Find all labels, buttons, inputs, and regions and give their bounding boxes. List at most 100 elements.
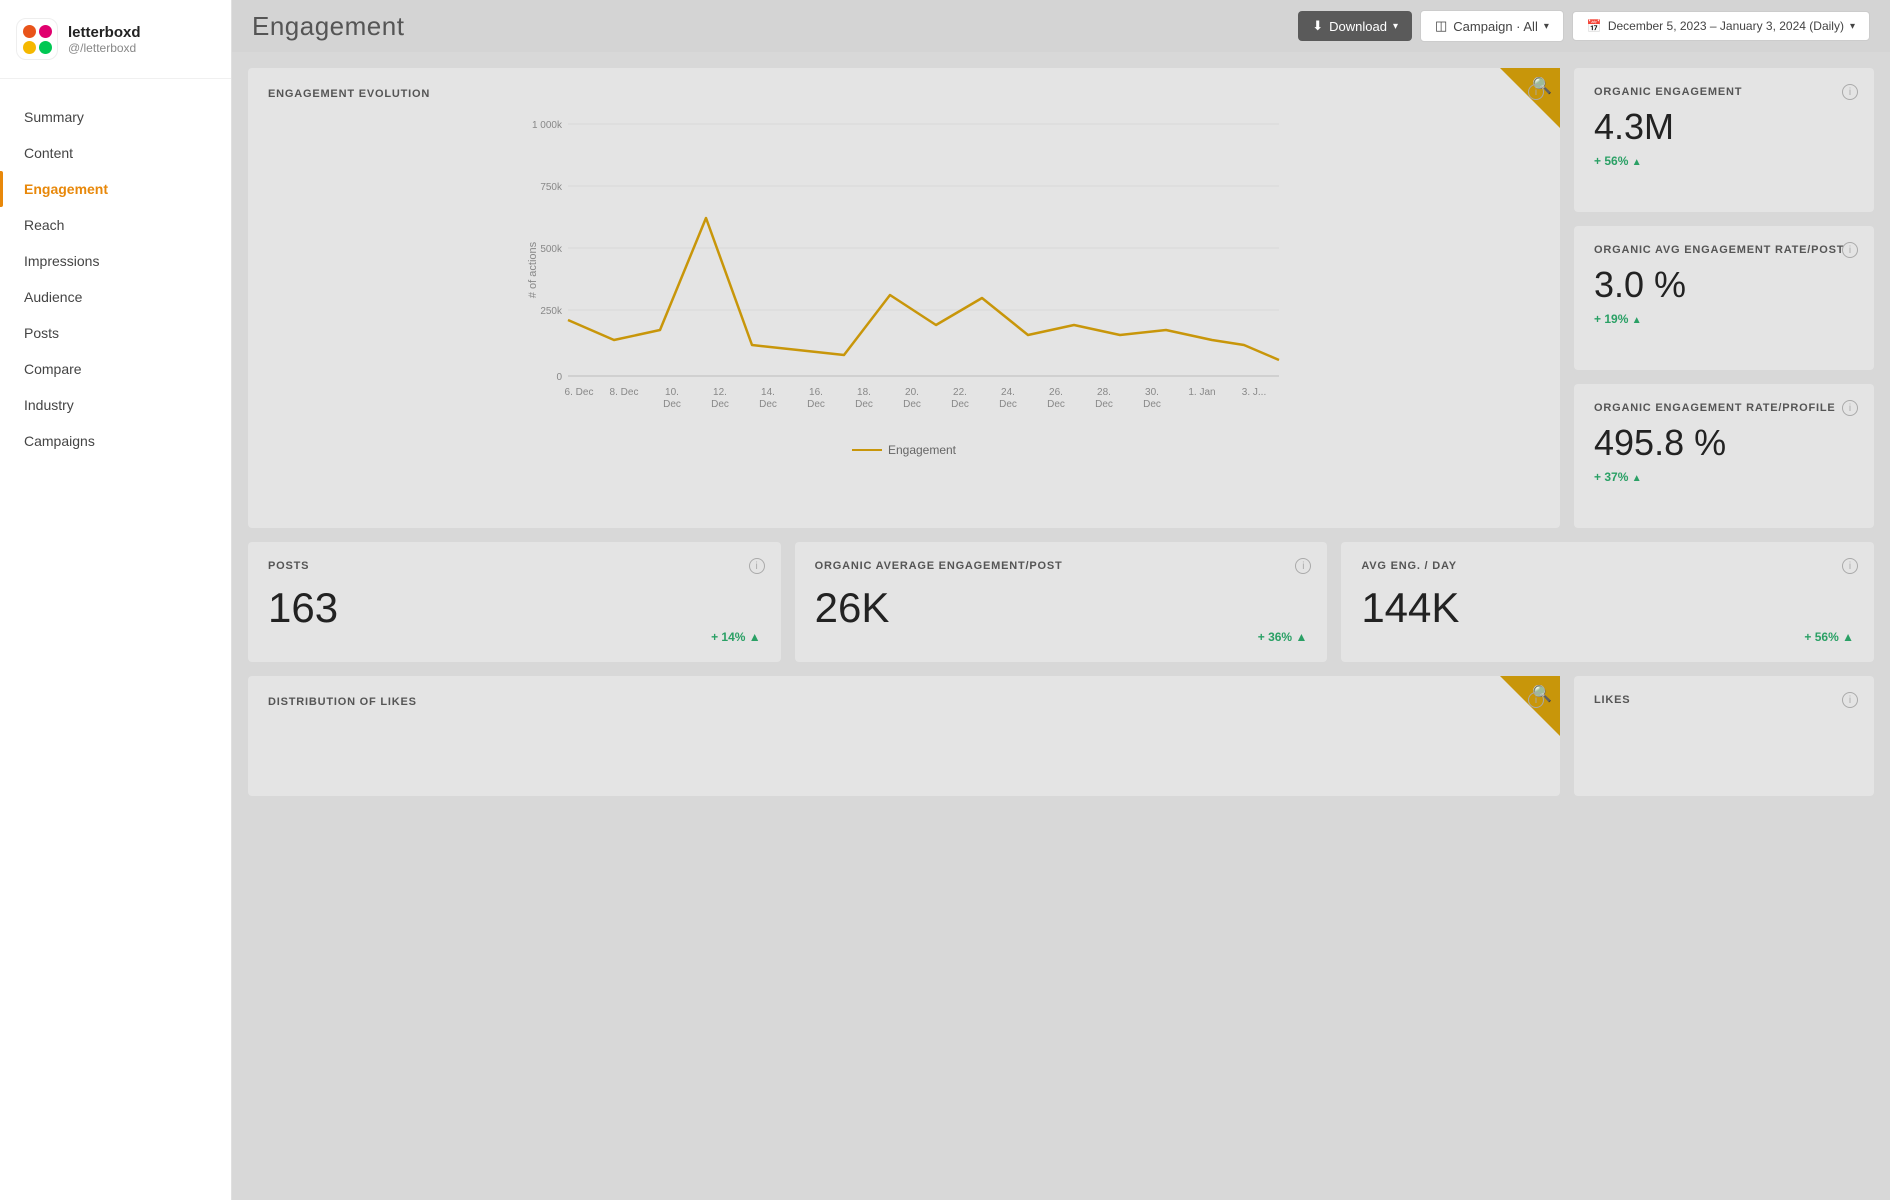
distribution-title: DISTRIBUTION OF LIKES bbox=[268, 696, 1540, 708]
sidebar-item-audience[interactable]: Audience bbox=[0, 279, 231, 315]
svg-text:1. Jan: 1. Jan bbox=[1188, 387, 1215, 398]
organic-engagement-card: ORGANIC ENGAGEMENT i 4.3M + 56% ▲ bbox=[1574, 68, 1874, 212]
svg-text:12.: 12. bbox=[713, 387, 727, 398]
campaign-filter-button[interactable]: ◫ Campaign · All ▾ bbox=[1420, 10, 1564, 42]
distribution-likes-card: 🔍 DISTRIBUTION OF LIKES i bbox=[248, 676, 1560, 796]
stat-2-title: AVG ENG. / DAY bbox=[1361, 560, 1854, 572]
logo-dot-orange bbox=[23, 25, 36, 38]
kpi-2-change-value: + 37% bbox=[1594, 470, 1628, 484]
app-logo bbox=[16, 18, 58, 60]
svg-text:# of actions: # of actions bbox=[527, 241, 539, 298]
logo-dot-yellow bbox=[23, 41, 36, 54]
svg-text:18.: 18. bbox=[857, 387, 871, 398]
sidebar-item-summary[interactable]: Summary bbox=[0, 99, 231, 135]
stat-0-title: POSTS bbox=[268, 560, 761, 572]
sidebar-item-label: Compare bbox=[24, 361, 82, 377]
svg-text:Dec: Dec bbox=[1095, 399, 1113, 410]
svg-text:500k: 500k bbox=[540, 244, 563, 255]
download-chevron-icon: ▾ bbox=[1393, 21, 1398, 32]
engagement-line bbox=[568, 218, 1279, 360]
kpi-2-info-icon[interactable]: i bbox=[1842, 400, 1858, 416]
stat-2-up-arrow-icon: ▲ bbox=[1842, 630, 1854, 644]
kpi-1-info-icon[interactable]: i bbox=[1842, 242, 1858, 258]
date-chevron-icon: ▾ bbox=[1850, 21, 1855, 32]
chart-info-icon[interactable]: i bbox=[1528, 84, 1544, 100]
campaign-label: Campaign · All bbox=[1453, 19, 1538, 34]
sidebar-item-campaigns[interactable]: Campaigns bbox=[0, 423, 231, 459]
sidebar-item-compare[interactable]: Compare bbox=[0, 351, 231, 387]
stat-2-info-icon[interactable]: i bbox=[1842, 558, 1858, 574]
sidebar-item-content[interactable]: Content bbox=[0, 135, 231, 171]
main-area: Engagement ⬇ Download ▾ ◫ Campaign · All… bbox=[232, 0, 1890, 1200]
sidebar-item-label: Reach bbox=[24, 217, 64, 233]
sidebar-item-label: Campaigns bbox=[24, 433, 95, 449]
sidebar-item-label: Content bbox=[24, 145, 73, 161]
sidebar: letterboxd @/letterboxd Summary Content … bbox=[0, 0, 232, 1200]
sidebar-item-label: Industry bbox=[24, 397, 74, 413]
organic-engagement-rate-card: ORGANIC ENGAGEMENT RATE/PROFILE i 495.8 … bbox=[1574, 384, 1874, 528]
date-range-button[interactable]: 📅 December 5, 2023 – January 3, 2024 (Da… bbox=[1572, 11, 1870, 41]
brand-handle: @/letterboxd bbox=[68, 41, 141, 55]
download-label: Download bbox=[1329, 19, 1387, 34]
sidebar-item-posts[interactable]: Posts bbox=[0, 315, 231, 351]
dist-info-icon[interactable]: i bbox=[1528, 692, 1544, 708]
kpi-1-change-value: + 19% bbox=[1594, 312, 1628, 326]
stat-1-info-icon[interactable]: i bbox=[1295, 558, 1311, 574]
stat-0-value: 163 bbox=[268, 584, 761, 632]
chart-title: ENGAGEMENT EVOLUTION bbox=[268, 88, 1540, 100]
date-range-label: December 5, 2023 – January 3, 2024 (Dail… bbox=[1608, 19, 1844, 33]
organic-avg-engagement-card: ORGANIC AVG ENGAGEMENT RATE/POST i 3.0 %… bbox=[1574, 226, 1874, 370]
stat-2-change-value: + 56% bbox=[1804, 630, 1838, 644]
kpi-0-change-value: + 56% bbox=[1594, 154, 1628, 168]
svg-text:10.: 10. bbox=[665, 387, 679, 398]
kpi-0-value: 4.3M bbox=[1594, 106, 1854, 148]
legend-label: Engagement bbox=[888, 443, 956, 457]
likes-kpi-title: LIKES bbox=[1594, 694, 1854, 706]
sidebar-item-label: Audience bbox=[24, 289, 82, 305]
stat-2-change: + 56% ▲ bbox=[1804, 630, 1854, 644]
kpi-1-title: ORGANIC AVG ENGAGEMENT RATE/POST bbox=[1594, 244, 1854, 256]
likes-kpi-info-icon[interactable]: i bbox=[1842, 692, 1858, 708]
sidebar-item-label: Summary bbox=[24, 109, 84, 125]
svg-text:Dec: Dec bbox=[759, 399, 777, 410]
organic-avg-post-stat-card: ORGANIC AVERAGE ENGAGEMENT/POST i 26K + … bbox=[795, 542, 1328, 662]
page-title: Engagement bbox=[252, 11, 404, 42]
logo-dot-green bbox=[39, 41, 52, 54]
download-icon: ⬇ bbox=[1312, 18, 1323, 34]
download-button[interactable]: ⬇ Download ▾ bbox=[1298, 11, 1412, 41]
kpi-0-title: ORGANIC ENGAGEMENT bbox=[1594, 86, 1854, 98]
sidebar-item-impressions[interactable]: Impressions bbox=[0, 243, 231, 279]
kpi-0-info-icon[interactable]: i bbox=[1842, 84, 1858, 100]
stat-1-up-arrow-icon: ▲ bbox=[1295, 630, 1307, 644]
stat-1-title: ORGANIC AVERAGE ENGAGEMENT/POST bbox=[815, 560, 1308, 572]
brand-name: letterboxd bbox=[68, 24, 141, 41]
stat-0-change: + 14% ▲ bbox=[711, 630, 761, 644]
kpi-2-up-arrow-icon: ▲ bbox=[1632, 473, 1642, 484]
avg-eng-day-stat-card: AVG ENG. / DAY i 144K + 56% ▲ bbox=[1341, 542, 1874, 662]
sidebar-navigation: Summary Content Engagement Reach Impress… bbox=[0, 79, 231, 479]
engagement-chart-svg: 1 000k 750k 500k 250k 0 # of actions bbox=[268, 110, 1540, 430]
svg-text:16.: 16. bbox=[809, 387, 823, 398]
calendar-icon: 📅 bbox=[1587, 19, 1602, 33]
svg-text:6. Dec: 6. Dec bbox=[565, 387, 594, 398]
svg-text:Dec: Dec bbox=[999, 399, 1017, 410]
kpi-stack: ORGANIC ENGAGEMENT i 4.3M + 56% ▲ ORGANI… bbox=[1574, 68, 1874, 528]
sidebar-item-label: Impressions bbox=[24, 253, 99, 269]
topbar-controls: ⬇ Download ▾ ◫ Campaign · All ▾ 📅 Decemb… bbox=[1298, 10, 1870, 42]
content-area: 🔍 ENGAGEMENT EVOLUTION i 1 000k 750k 500… bbox=[232, 52, 1890, 1200]
svg-text:250k: 250k bbox=[540, 306, 563, 317]
stat-0-info-icon[interactable]: i bbox=[749, 558, 765, 574]
svg-text:1 000k: 1 000k bbox=[532, 120, 563, 131]
svg-text:Dec: Dec bbox=[855, 399, 873, 410]
svg-text:30.: 30. bbox=[1145, 387, 1159, 398]
topbar: Engagement ⬇ Download ▾ ◫ Campaign · All… bbox=[232, 0, 1890, 52]
sidebar-item-engagement[interactable]: Engagement bbox=[0, 171, 231, 207]
svg-text:Dec: Dec bbox=[1047, 399, 1065, 410]
kpi-2-change: + 37% ▲ bbox=[1594, 470, 1642, 484]
sidebar-item-industry[interactable]: Industry bbox=[0, 387, 231, 423]
posts-stat-card: POSTS i 163 + 14% ▲ bbox=[248, 542, 781, 662]
sidebar-header: letterboxd @/letterboxd bbox=[0, 0, 231, 79]
sidebar-item-label: Posts bbox=[24, 325, 59, 341]
sidebar-item-reach[interactable]: Reach bbox=[0, 207, 231, 243]
kpi-0-up-arrow-icon: ▲ bbox=[1632, 157, 1642, 168]
